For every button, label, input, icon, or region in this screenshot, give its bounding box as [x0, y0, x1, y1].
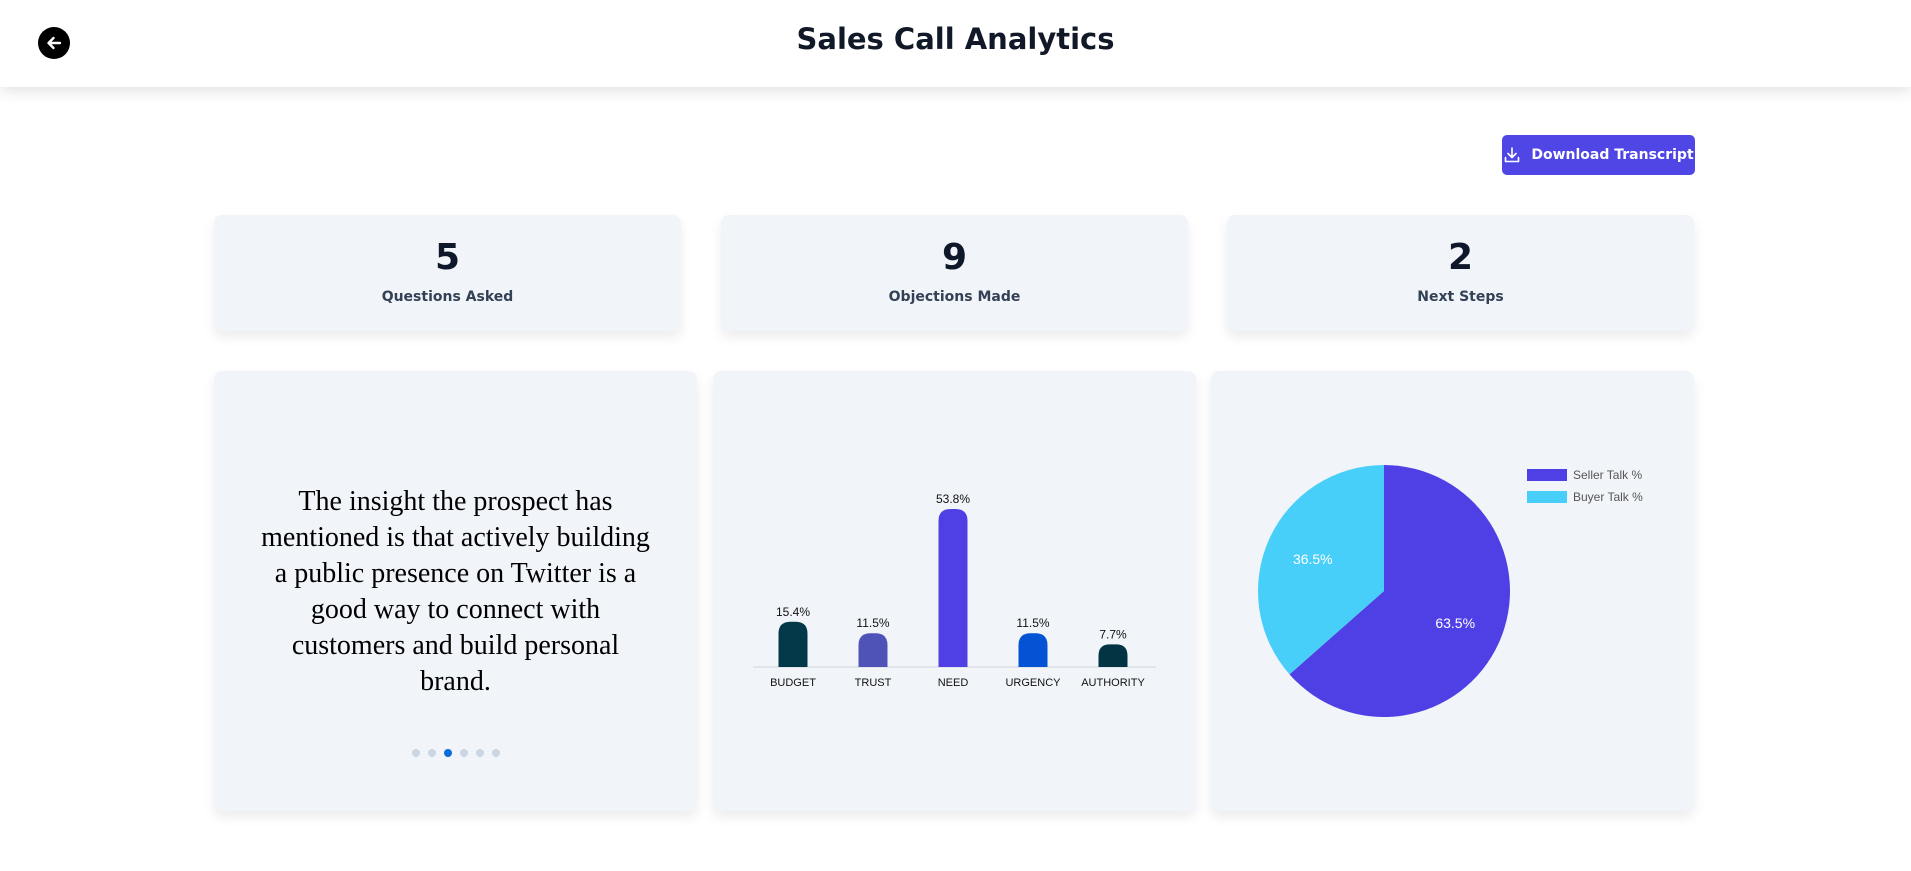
carousel-dot[interactable]	[475, 749, 484, 757]
legend-swatch	[1527, 491, 1567, 503]
bar-value-label: 11.5%	[856, 616, 889, 630]
download-transcript-label: Download Transcript	[1531, 147, 1694, 163]
talk-ratio-pie-panel: 63.5% Seller Talk % 36.5% Buyer Talk %	[1211, 371, 1694, 811]
x-tick-label: AUTHORITY	[1081, 677, 1145, 689]
bar-trust	[858, 633, 888, 667]
header: Sales Call Analytics	[0, 0, 1911, 87]
legend-label: Buyer Talk %	[1573, 490, 1643, 504]
stat-label: Questions Asked	[381, 289, 514, 305]
x-tick-label: BUDGET	[770, 677, 816, 689]
insight-text: The insight the prospect has mentioned i…	[261, 486, 650, 697]
stat-value: 5	[434, 237, 461, 278]
bar-value-label: 7.7%	[1099, 627, 1127, 641]
x-tick-label: URGENCY	[1005, 677, 1061, 689]
talk-ratio-pie-chart: 63.5% Seller Talk % 36.5% Buyer Talk %	[1258, 465, 1643, 717]
bar-budget	[778, 621, 808, 667]
page-title: Sales Call Analytics	[796, 22, 1115, 56]
pie-slice-label: 63.5%	[1435, 615, 1475, 631]
bar-need	[938, 509, 968, 667]
x-tick-label: TRUST	[855, 677, 892, 689]
bant-bar-chart: 15.4% BUDGET 11.5% TRUST 53.8% NEED 11.5% URGEN…	[753, 492, 1156, 689]
carousel-dot[interactable]	[411, 749, 420, 757]
bar-value-label: 53.8%	[936, 492, 970, 506]
bar-authority	[1098, 644, 1128, 667]
stat-card-objections: 9 Objections Made	[721, 215, 1188, 331]
legend-swatch	[1527, 469, 1567, 481]
carousel-dots	[214, 749, 697, 757]
legend-label: Seller Talk %	[1573, 468, 1642, 482]
stat-card-questions: 5 Questions Asked	[214, 215, 681, 331]
bar-value-label: 11.5%	[1016, 616, 1049, 630]
stat-card-next-steps: 2 Next Steps	[1227, 215, 1694, 331]
carousel-dot[interactable]	[459, 749, 468, 757]
carousel-dot[interactable]	[491, 749, 500, 757]
insight-carousel: The insight the prospect has mentioned i…	[214, 371, 697, 811]
download-transcript-button[interactable]: Download Transcript	[1502, 135, 1695, 175]
carousel-dot[interactable]	[443, 749, 452, 757]
stat-label: Next Steps	[1417, 289, 1504, 305]
pie-slice-label: 36.5%	[1293, 551, 1333, 567]
x-tick-label: NEED	[938, 677, 969, 689]
stat-value: 9	[941, 237, 968, 278]
bar-urgency	[1018, 633, 1048, 667]
stat-label: Objections Made	[888, 289, 1021, 305]
bar-value-label: 15.4%	[776, 605, 810, 619]
stat-value: 2	[1447, 237, 1474, 278]
download-icon	[1505, 147, 1520, 163]
bant-bar-chart-panel: 15.4% BUDGET 11.5% TRUST 53.8% NEED 11.5% URGEN…	[713, 371, 1196, 811]
carousel-dot[interactable]	[427, 749, 436, 757]
